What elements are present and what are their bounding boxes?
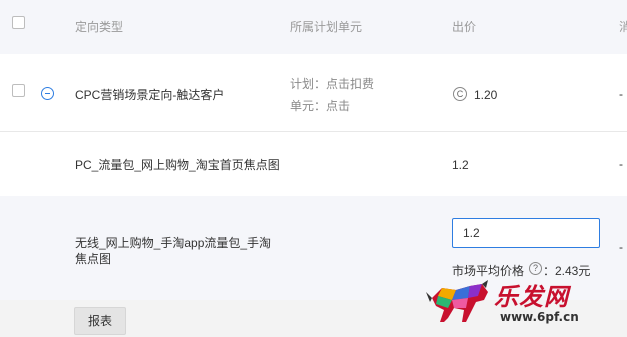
row-targeting-name-line2: 焦点图 bbox=[75, 252, 112, 266]
row-dash: - bbox=[619, 240, 623, 254]
brand-text: 乐发网 bbox=[494, 282, 569, 311]
row-targeting-name: PC_流量包_网上购物_淘宝首页焦点图 bbox=[75, 158, 280, 172]
row-plan-label: 计划：点击扣费 bbox=[290, 77, 375, 91]
select-all-checkbox[interactable] bbox=[12, 16, 25, 29]
bull-logo-icon bbox=[426, 280, 488, 322]
row-bid-value: 1.2 bbox=[452, 158, 469, 172]
row-divider bbox=[0, 131, 627, 132]
brand-url: www.6pf.cn bbox=[500, 310, 579, 324]
bid-input[interactable]: 1.2 bbox=[452, 218, 600, 248]
row-bid-value: 1.20 bbox=[474, 88, 498, 102]
col-targeting-type: 定向类型 bbox=[75, 20, 124, 34]
report-button[interactable]: 报表 bbox=[74, 307, 126, 335]
col-bid: 出价 bbox=[452, 20, 477, 34]
row-targeting-name: CPC营销场景定向-触达客户 bbox=[75, 88, 225, 102]
currency-icon: C bbox=[453, 87, 467, 101]
row-targeting-name-line1: 无线_网上购物_手淘app流量包_手淘 bbox=[75, 236, 272, 250]
row-checkbox[interactable] bbox=[12, 84, 25, 97]
row-dash: - bbox=[619, 157, 623, 171]
row-unit-label: 单元：点击 bbox=[290, 99, 351, 113]
help-icon[interactable]: ? bbox=[529, 262, 542, 275]
col-plan-unit: 所属计划单元 bbox=[290, 20, 363, 34]
row-dash: - bbox=[619, 87, 623, 101]
collapse-icon[interactable] bbox=[41, 87, 54, 100]
col-cut: 消 bbox=[619, 20, 627, 34]
